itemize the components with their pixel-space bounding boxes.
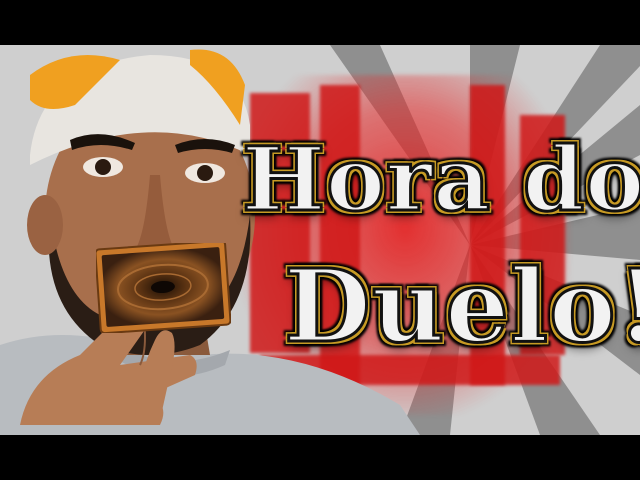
finger [135,330,175,420]
letterbox-top [0,0,640,45]
thumbnail-frame: Hora do Duelo! [0,45,640,435]
title-line-2: Duelo! [283,246,640,367]
letterbox-bottom [0,435,640,480]
title-line-1: Hora do [240,126,640,233]
title-overlay: Hora do Duelo! [236,107,640,407]
